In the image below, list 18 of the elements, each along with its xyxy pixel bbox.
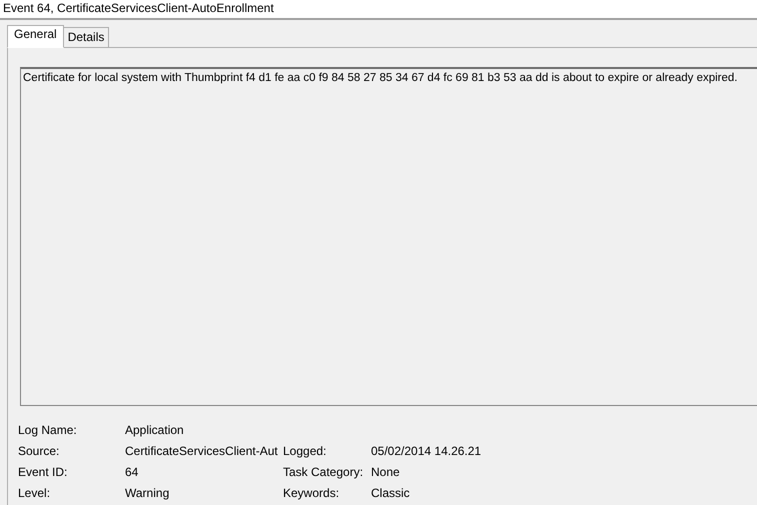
property-value: 64 — [125, 464, 140, 478]
description-text: Certificate for local system with Thumbprint f4 d1 fe aa c0 f9 84 58 27 85 34 67 d4 fc 69 81 b3 53 aa dd is about to expire or already expired. — [23, 72, 738, 84]
property-value: Application — [125, 422, 185, 436]
tab[interactable]: Details — [62, 27, 110, 47]
property-value: None — [371, 464, 400, 478]
property-value: 05/02/2014 14.26.21 — [371, 444, 482, 458]
property-label: Logged: — [283, 444, 328, 458]
property-label: Task Category: — [283, 464, 364, 478]
property-label: Keywords: — [283, 486, 340, 500]
property-value: Warning — [125, 486, 170, 500]
property-value: Classic — [371, 486, 410, 500]
property-label: Source: — [18, 444, 60, 458]
property-label: Level: — [18, 486, 52, 500]
property-label: Event ID: — [18, 464, 68, 478]
property-value: CertificateServicesClient-Aut — [125, 444, 279, 458]
tab[interactable]: General — [7, 25, 64, 48]
window-title: Event 64, CertificateServicesClient-AutoEnrollment — [0, 0, 757, 20]
property-label: Log Name: — [18, 422, 78, 436]
